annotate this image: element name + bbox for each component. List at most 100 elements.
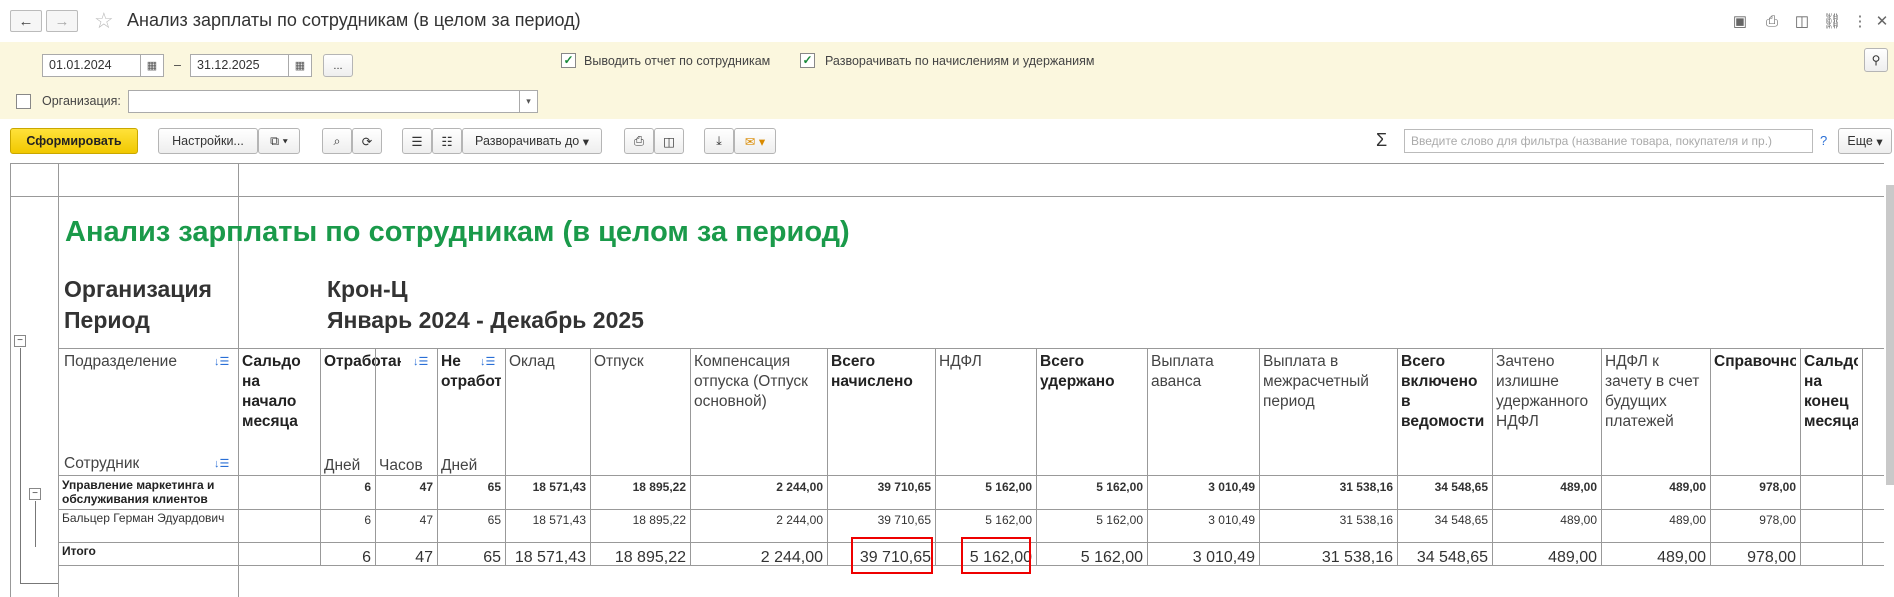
download-icon[interactable]: ⤓ [704, 128, 734, 154]
total-cell: 18 895,22 [614, 549, 686, 566]
close-icon[interactable]: ✕ [1872, 11, 1892, 31]
col-header: Выплата аванса [1151, 353, 1214, 390]
sub-header-hours: Часов [379, 457, 423, 474]
forward-button[interactable]: → [46, 10, 78, 32]
report-title: Анализ зарплаты по сотрудникам (в целом … [65, 216, 850, 248]
find-icon[interactable]: ⌕ [322, 128, 352, 154]
table-cell: 31 538,16 [1339, 480, 1393, 494]
table-cell: 2 244,00 [776, 480, 823, 494]
print-preview-icon[interactable]: ◫ [654, 128, 684, 154]
table-cell: 5 162,00 [1096, 480, 1143, 494]
tree-line [20, 583, 58, 584]
table-cell: 65 [487, 513, 501, 527]
collapse-icon[interactable]: ☰ [402, 128, 432, 154]
collapse-group-toggle[interactable]: − [14, 335, 26, 347]
divider [690, 348, 691, 565]
divider [1601, 348, 1602, 565]
col-header-employee: Сотрудник [64, 455, 140, 472]
table-cell: 5 162,00 [1096, 513, 1143, 527]
table-cell: 34 548,65 [1434, 513, 1488, 527]
divider [827, 348, 828, 565]
total-cell: 5 162,00 [1080, 549, 1143, 566]
save-icon[interactable]: ▣ [1730, 11, 1750, 31]
help-icon[interactable]: ? [1820, 133, 1827, 148]
table-cell: 47 [419, 480, 433, 494]
divider [935, 348, 936, 565]
table-cell: 65 [487, 480, 501, 494]
employees-checkbox[interactable]: ✓ [561, 53, 576, 68]
print-icon[interactable]: ⎙ [624, 128, 654, 154]
search-input[interactable]: Введите слово для фильтра (название това… [1404, 129, 1813, 153]
row-label: Бальцер Герман Эдуардович [62, 511, 225, 525]
variants-button[interactable]: ⧉ ▾ [258, 128, 300, 154]
period-label: Период [64, 307, 150, 333]
tree-line [20, 348, 21, 583]
organization-field[interactable]: ▾ [128, 90, 538, 113]
period-select-button[interactable]: ... [323, 54, 353, 77]
divider [58, 348, 1884, 349]
organization-checkbox[interactable] [16, 94, 31, 109]
favorite-star-icon[interactable]: ☆ [94, 8, 114, 34]
sort-icon[interactable]: ↓☰ [214, 457, 229, 470]
total-cell: 34 548,65 [1416, 549, 1488, 566]
preview-icon[interactable]: ◫ [1792, 11, 1812, 31]
back-button[interactable]: ← [10, 10, 42, 32]
table-cell: 978,00 [1759, 513, 1796, 527]
divider [320, 348, 321, 565]
total-cell: 18 571,43 [514, 549, 586, 566]
col-header: Всего включено в ведомости [1401, 353, 1485, 430]
divider [437, 455, 438, 475]
total-cell: 47 [415, 549, 433, 566]
total-cell: 2 244,00 [760, 549, 823, 566]
total-cell: 31 538,16 [1321, 549, 1393, 566]
sum-icon[interactable]: Σ [1376, 130, 1387, 151]
table-cell: 489,00 [1669, 480, 1706, 494]
date-from-field[interactable]: 01.01.2024 ▦ [42, 54, 164, 77]
table-cell: 489,00 [1669, 513, 1706, 527]
table-cell: 6 [364, 513, 371, 527]
total-row-label: Итого [62, 544, 96, 558]
divider [1710, 348, 1711, 565]
divider [58, 475, 1884, 476]
sort-icon[interactable]: ↓☰ [214, 355, 229, 368]
email-icon[interactable]: ✉ ▾ [734, 128, 776, 154]
link-icon[interactable]: ⛓ [1822, 11, 1842, 31]
total-cell: 489,00 [1548, 549, 1597, 566]
table-cell: 2 244,00 [776, 513, 823, 527]
table-cell: 3 010,49 [1208, 513, 1255, 527]
divider [505, 348, 506, 565]
total-cell: 3 010,49 [1192, 549, 1255, 566]
table-cell: 18 895,22 [632, 513, 686, 527]
divider [1036, 348, 1037, 565]
divider [1800, 348, 1801, 565]
col-header: Отпуск [594, 353, 644, 370]
sort-icon[interactable]: ↓☰ [413, 355, 428, 368]
divider [10, 196, 1884, 197]
divider [590, 348, 591, 565]
expand-icon[interactable]: ☷ [432, 128, 462, 154]
date-to-field[interactable]: 31.12.2025 ▦ [190, 54, 312, 77]
expand-accruals-checkbox[interactable]: ✓ [800, 53, 815, 68]
total-cell: 978,00 [1747, 549, 1796, 566]
chevron-down-icon[interactable]: ▾ [519, 90, 537, 113]
print-icon[interactable]: ⎙ [1762, 11, 1782, 31]
more-button[interactable]: Еще ▾ [1838, 128, 1892, 154]
col-header-department: Подразделение [64, 353, 177, 370]
table-cell: 39 710,65 [877, 480, 931, 494]
table-cell: 6 [364, 480, 371, 494]
menu-icon[interactable]: ⋮ [1850, 11, 1870, 31]
divider [1862, 348, 1863, 565]
generate-button[interactable]: Сформировать [10, 128, 138, 154]
calendar-icon[interactable]: ▦ [288, 54, 311, 77]
calendar-icon[interactable]: ▦ [140, 54, 163, 77]
find-next-icon[interactable]: ⟳ [352, 128, 382, 154]
scrollbar[interactable] [1886, 185, 1894, 485]
settings-button[interactable]: Настройки... [158, 128, 258, 154]
filter-icon[interactable]: ⚲ [1864, 48, 1888, 72]
expand-to-dropdown[interactable]: Разворачивать до ▾ [462, 128, 602, 154]
table-cell: 34 548,65 [1434, 480, 1488, 494]
col-header: Зачтено излишне удержанного НДФЛ [1496, 353, 1589, 430]
row-label: Управление маркетинга и обслуживания кли… [62, 478, 215, 506]
table-cell: 18 571,43 [532, 513, 586, 527]
collapse-row-toggle[interactable]: − [29, 488, 41, 500]
